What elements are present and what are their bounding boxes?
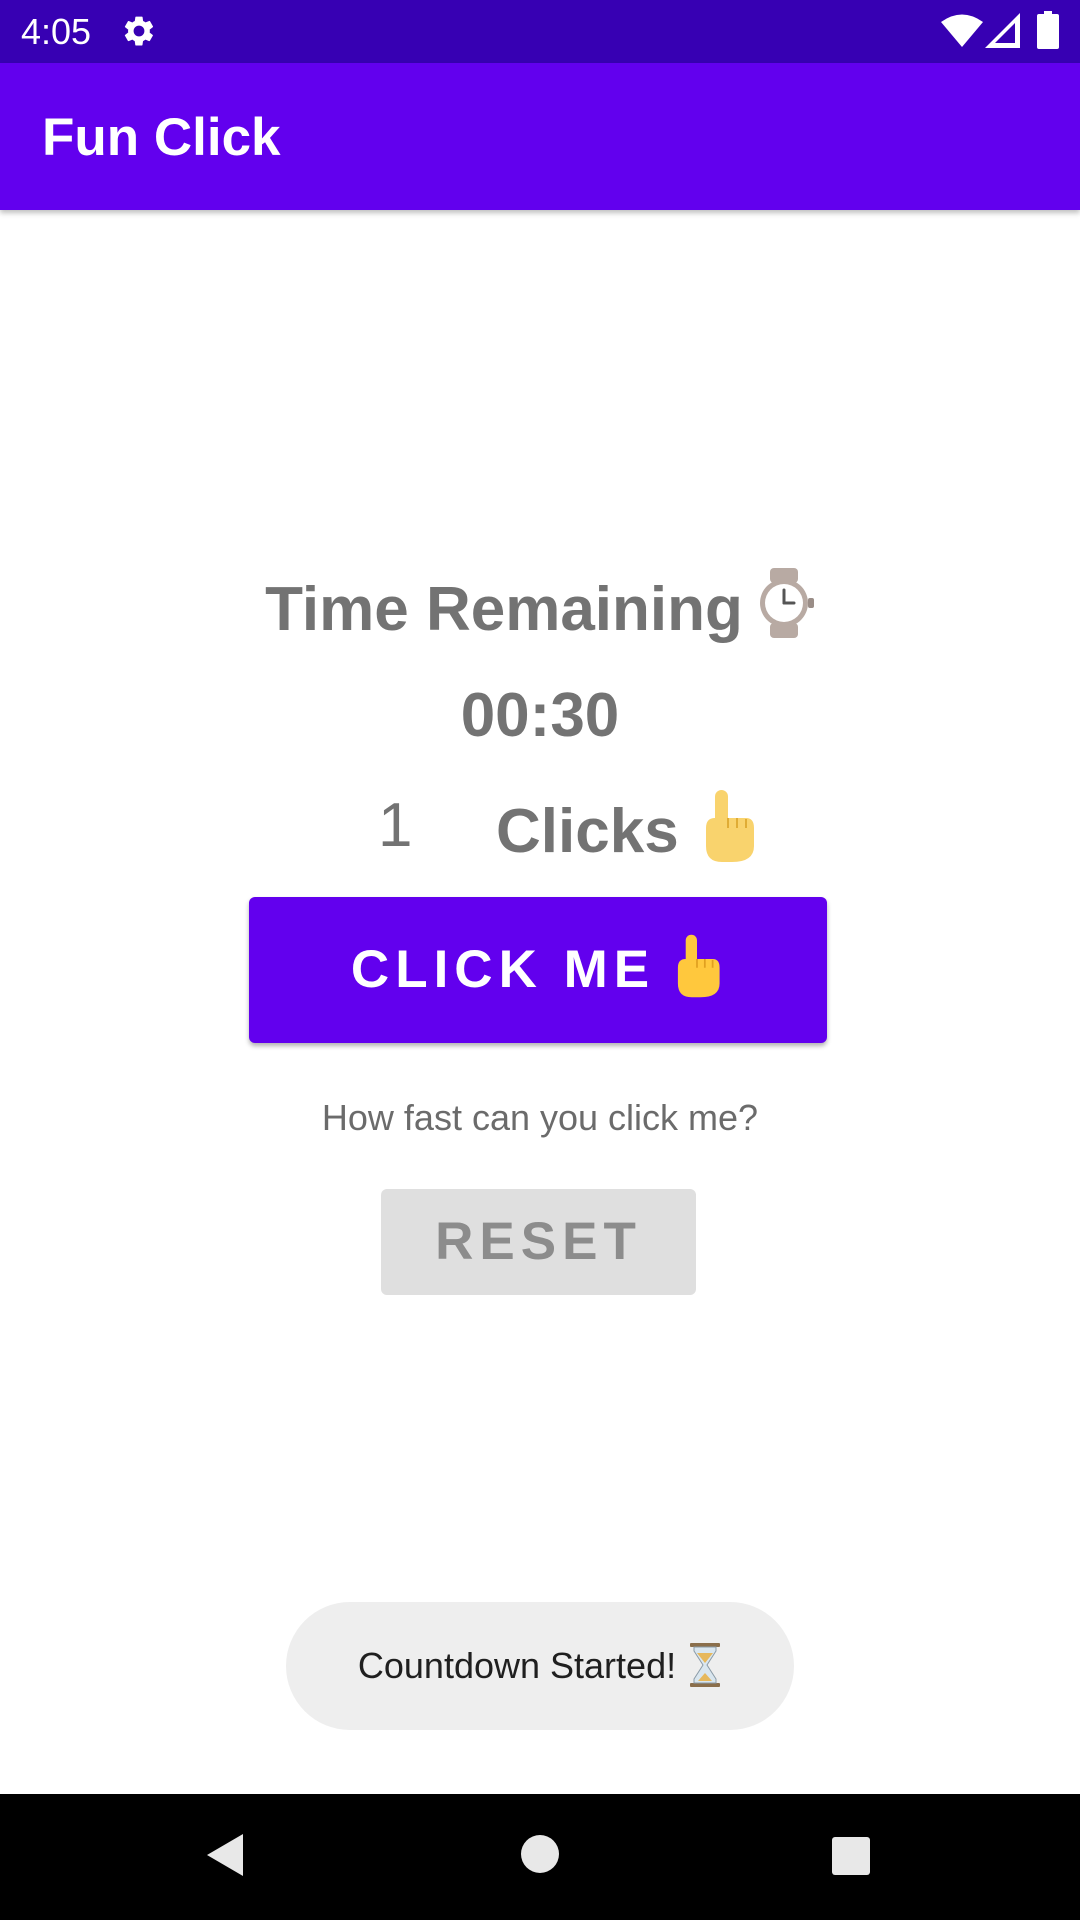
time-remaining-label: Time Remaining bbox=[265, 575, 743, 644]
click-count: 1 bbox=[378, 791, 413, 860]
recents-icon[interactable] bbox=[831, 1836, 871, 1876]
home-icon[interactable] bbox=[520, 1834, 560, 1874]
navigation-bar bbox=[0, 1794, 1080, 1920]
time-remaining-heading: Time Remaining bbox=[0, 568, 1080, 650]
back-icon[interactable] bbox=[205, 1832, 245, 1878]
status-bar: 4:05 bbox=[0, 0, 1080, 63]
status-time: 4:05 bbox=[21, 11, 92, 52]
hourglass-icon bbox=[690, 1643, 721, 1687]
wifi-icon bbox=[941, 14, 983, 47]
app-bar: Fun Click bbox=[0, 63, 1080, 210]
reset-button[interactable]: RESET bbox=[381, 1189, 696, 1295]
toast-message: Countdown Started! bbox=[286, 1602, 794, 1730]
click-me-label: CLICK ME bbox=[350, 940, 656, 999]
timer-value: 00:30 bbox=[460, 681, 620, 750]
hint-text: How fast can you click me? bbox=[321, 1097, 759, 1138]
clicks-label: Clicks bbox=[496, 797, 679, 866]
pointing-hand-icon bbox=[677, 934, 720, 998]
watch-icon bbox=[759, 568, 814, 638]
app-title: Fun Click bbox=[42, 108, 281, 167]
click-me-button[interactable]: CLICK ME bbox=[249, 897, 827, 1043]
clicks-heading: Clicks bbox=[496, 788, 759, 870]
battery-icon bbox=[1037, 11, 1059, 49]
signal-icon bbox=[985, 13, 1020, 48]
pointing-hand-icon bbox=[705, 790, 754, 862]
toast-text: Countdown Started! bbox=[357, 1645, 677, 1686]
gear-icon bbox=[124, 16, 154, 46]
